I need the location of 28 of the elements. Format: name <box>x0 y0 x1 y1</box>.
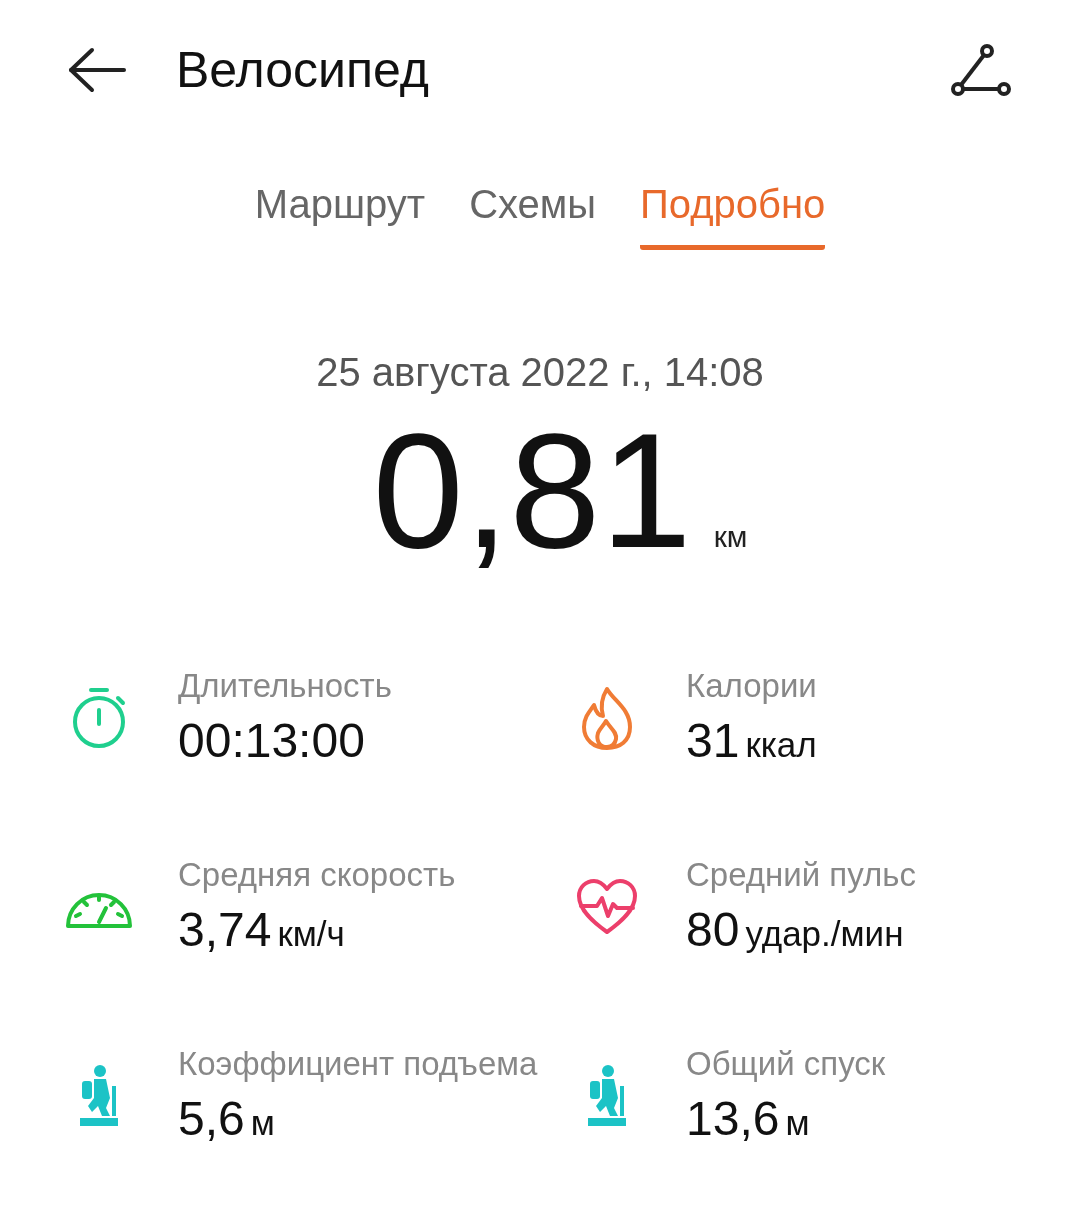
share-button[interactable] <box>950 43 1012 97</box>
stat-value: 80 <box>686 902 740 958</box>
heart-pulse-icon <box>575 877 639 936</box>
stat-value: 00:13:00 <box>178 713 365 769</box>
screen-title: Велосипед <box>176 41 430 99</box>
stat-unit: км/ч <box>277 914 345 955</box>
share-icon <box>950 43 1012 97</box>
stat-unit: ккал <box>745 725 817 766</box>
stat-label: Общий спуск <box>686 1045 886 1084</box>
distance-unit: км <box>713 520 748 554</box>
tab[interactable]: Подробно <box>640 182 826 250</box>
stat-value: 13,6 <box>686 1091 780 1147</box>
stat-unit: м <box>785 1103 810 1144</box>
stat-label: Длительность <box>178 667 392 706</box>
stat-value: 3,74 <box>178 902 272 958</box>
workout-date: 25 августа 2022 г., 14:08 <box>315 350 765 395</box>
stat-label: Средний пульс <box>686 856 916 895</box>
tab[interactable]: Маршрут <box>254 182 426 250</box>
distance-value: 0,81 <box>372 405 692 578</box>
stat-value: 31 <box>686 713 740 769</box>
stat-label: Средняя скорость <box>178 856 456 895</box>
stat-unit: м <box>250 1103 275 1144</box>
stat-unit: удар./мин <box>745 914 904 955</box>
tab[interactable]: Схемы <box>469 182 597 250</box>
back-button[interactable] <box>68 47 126 93</box>
stat-value: 5,6 <box>178 1091 245 1147</box>
stat-label: Коэффициент подъема <box>178 1045 538 1084</box>
stat-label: Калории <box>686 667 817 706</box>
